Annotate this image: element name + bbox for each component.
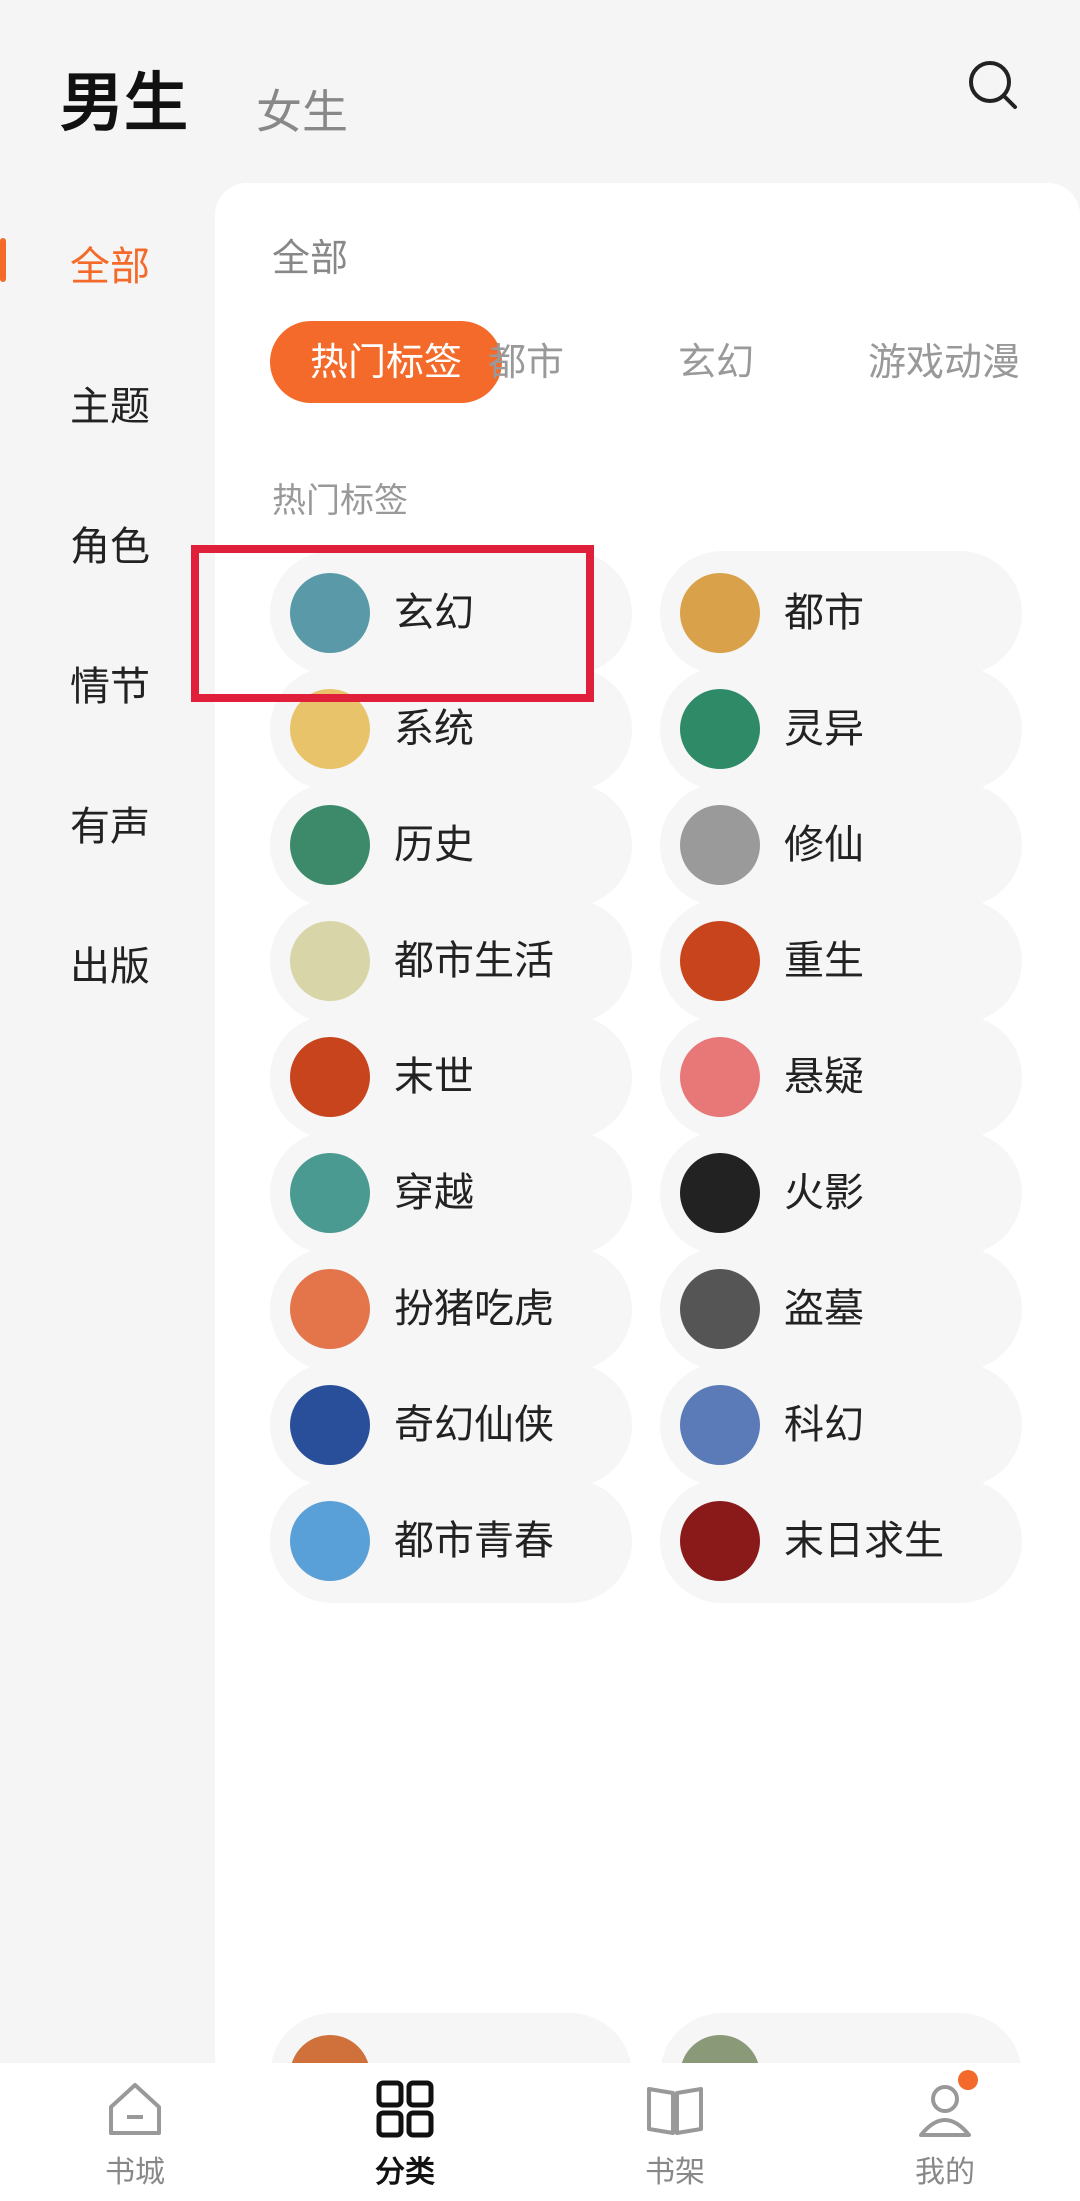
tag-partial-right[interactable] <box>660 2013 1022 2063</box>
tag-label: 火影 <box>784 1170 864 1216</box>
highlight-box <box>191 545 594 702</box>
chip-city[interactable]: 都市 <box>488 321 564 403</box>
tag-partial-left[interactable] <box>270 2013 632 2063</box>
tag-label: 奇幻仙侠 <box>394 1402 554 1448</box>
immortal-icon <box>680 805 760 885</box>
category-icon <box>376 2080 434 2138</box>
ninja-icon <box>680 1153 760 1233</box>
jacket-icon <box>290 1501 370 1581</box>
nav-category[interactable]: 分类 <box>270 2063 540 2201</box>
tag-label: 穿越 <box>394 1170 474 1216</box>
tag-item[interactable]: 火影 <box>660 1131 1022 1255</box>
nav-bookstore-label: 书城 <box>105 2155 165 2190</box>
sword-icon <box>290 1385 370 1465</box>
nav-bookshelf-label: 书架 <box>645 2155 705 2190</box>
tag-item[interactable]: 修仙 <box>660 783 1022 907</box>
tag-label: 末日求生 <box>784 1518 944 1564</box>
panel-title: 全部 <box>272 236 349 280</box>
sidebar-item-theme[interactable]: 主题 <box>70 374 150 432</box>
planet-icon <box>680 1385 760 1465</box>
tag-item[interactable]: 奇幻仙侠 <box>270 1363 632 1487</box>
section-title: 热门标签 <box>272 481 408 521</box>
sidebar-active-indicator <box>0 238 6 282</box>
tag-label: 末世 <box>394 1054 474 1100</box>
nav-profile-label: 我的 <box>915 2155 975 2190</box>
nav-bookshelf[interactable]: 书架 <box>540 2063 810 2201</box>
wave-icon <box>680 689 760 769</box>
tag-label: 都市 <box>784 590 864 636</box>
tag-label: 历史 <box>394 822 474 868</box>
tag-icon <box>290 2035 370 2063</box>
tag-item[interactable]: 科幻 <box>660 1363 1022 1487</box>
top-bar: 男生 女生 <box>0 0 1080 180</box>
tab-male[interactable]: 男生 <box>60 52 188 144</box>
tag-item[interactable]: 历史 <box>270 783 632 907</box>
filter-chips: 热门标签 都市 玄幻 游戏动漫 <box>270 321 1080 403</box>
tag-item[interactable]: 扮猪吃虎 <box>270 1247 632 1371</box>
chip-fantasy[interactable]: 玄幻 <box>678 321 754 403</box>
tag-label: 修仙 <box>784 822 864 868</box>
chip-game-anime[interactable]: 游戏动漫 <box>868 321 1020 403</box>
gourd-icon <box>290 1153 370 1233</box>
tombstone-icon <box>680 1269 760 1349</box>
tag-label: 都市青春 <box>394 1518 554 1564</box>
chip-hot-tags[interactable]: 热门标签 <box>270 321 503 403</box>
tag-label: 盗墓 <box>784 1286 864 1332</box>
tag-label: 都市生活 <box>394 938 554 984</box>
notification-dot <box>958 2070 978 2090</box>
book-icon <box>647 2087 703 2135</box>
skull-icon <box>680 1501 760 1581</box>
tag-item[interactable]: 末世 <box>270 1015 632 1139</box>
tag-label: 灵异 <box>784 706 864 752</box>
sidebar-item-audio[interactable]: 有声 <box>70 794 150 852</box>
tag-icon <box>680 2035 760 2063</box>
nav-category-label: 分类 <box>375 2155 435 2190</box>
nav-profile[interactable]: 我的 <box>810 2063 1080 2201</box>
tag-item[interactable]: 都市 <box>660 551 1022 675</box>
tag-item[interactable]: 都市生活 <box>270 899 632 1023</box>
sidebar-item-all[interactable]: 全部 <box>70 234 150 292</box>
tag-label: 重生 <box>784 938 864 984</box>
sidebar-item-publish[interactable]: 出版 <box>70 934 150 992</box>
bottom-nav: 书城 分类 书架 我的 <box>0 2063 1080 2201</box>
crow-icon <box>680 1037 760 1117</box>
tag-item[interactable]: 悬疑 <box>660 1015 1022 1139</box>
home-icon <box>109 2083 161 2135</box>
coffee-icon <box>290 921 370 1001</box>
butterfly-icon <box>680 921 760 1001</box>
tag-item[interactable]: 末日求生 <box>660 1479 1022 1603</box>
tag-item[interactable]: 盗墓 <box>660 1247 1022 1371</box>
tag-label: 悬疑 <box>784 1054 864 1100</box>
city-icon <box>680 573 760 653</box>
nav-bookstore[interactable]: 书城 <box>0 2063 270 2201</box>
scroll-icon <box>290 805 370 885</box>
tag-label: 扮猪吃虎 <box>394 1286 554 1332</box>
pig-icon <box>290 1269 370 1349</box>
search-icon[interactable] <box>966 58 1018 110</box>
tag-label: 科幻 <box>784 1402 864 1448</box>
tag-item[interactable]: 重生 <box>660 899 1022 1023</box>
tab-female[interactable]: 女生 <box>256 76 348 142</box>
sidebar-item-role[interactable]: 角色 <box>70 514 150 572</box>
sidebar-item-plot[interactable]: 情节 <box>70 654 150 712</box>
category-panel: 全部 热门标签 都市 玄幻 游戏动漫 热门标签 玄幻 都市 系统 灵异 历史 修仙 都市生活… <box>215 183 1080 2063</box>
tag-item[interactable]: 灵异 <box>660 667 1022 791</box>
tag-item[interactable]: 都市青春 <box>270 1479 632 1603</box>
fire-icon <box>290 1037 370 1117</box>
tag-item[interactable]: 穿越 <box>270 1131 632 1255</box>
